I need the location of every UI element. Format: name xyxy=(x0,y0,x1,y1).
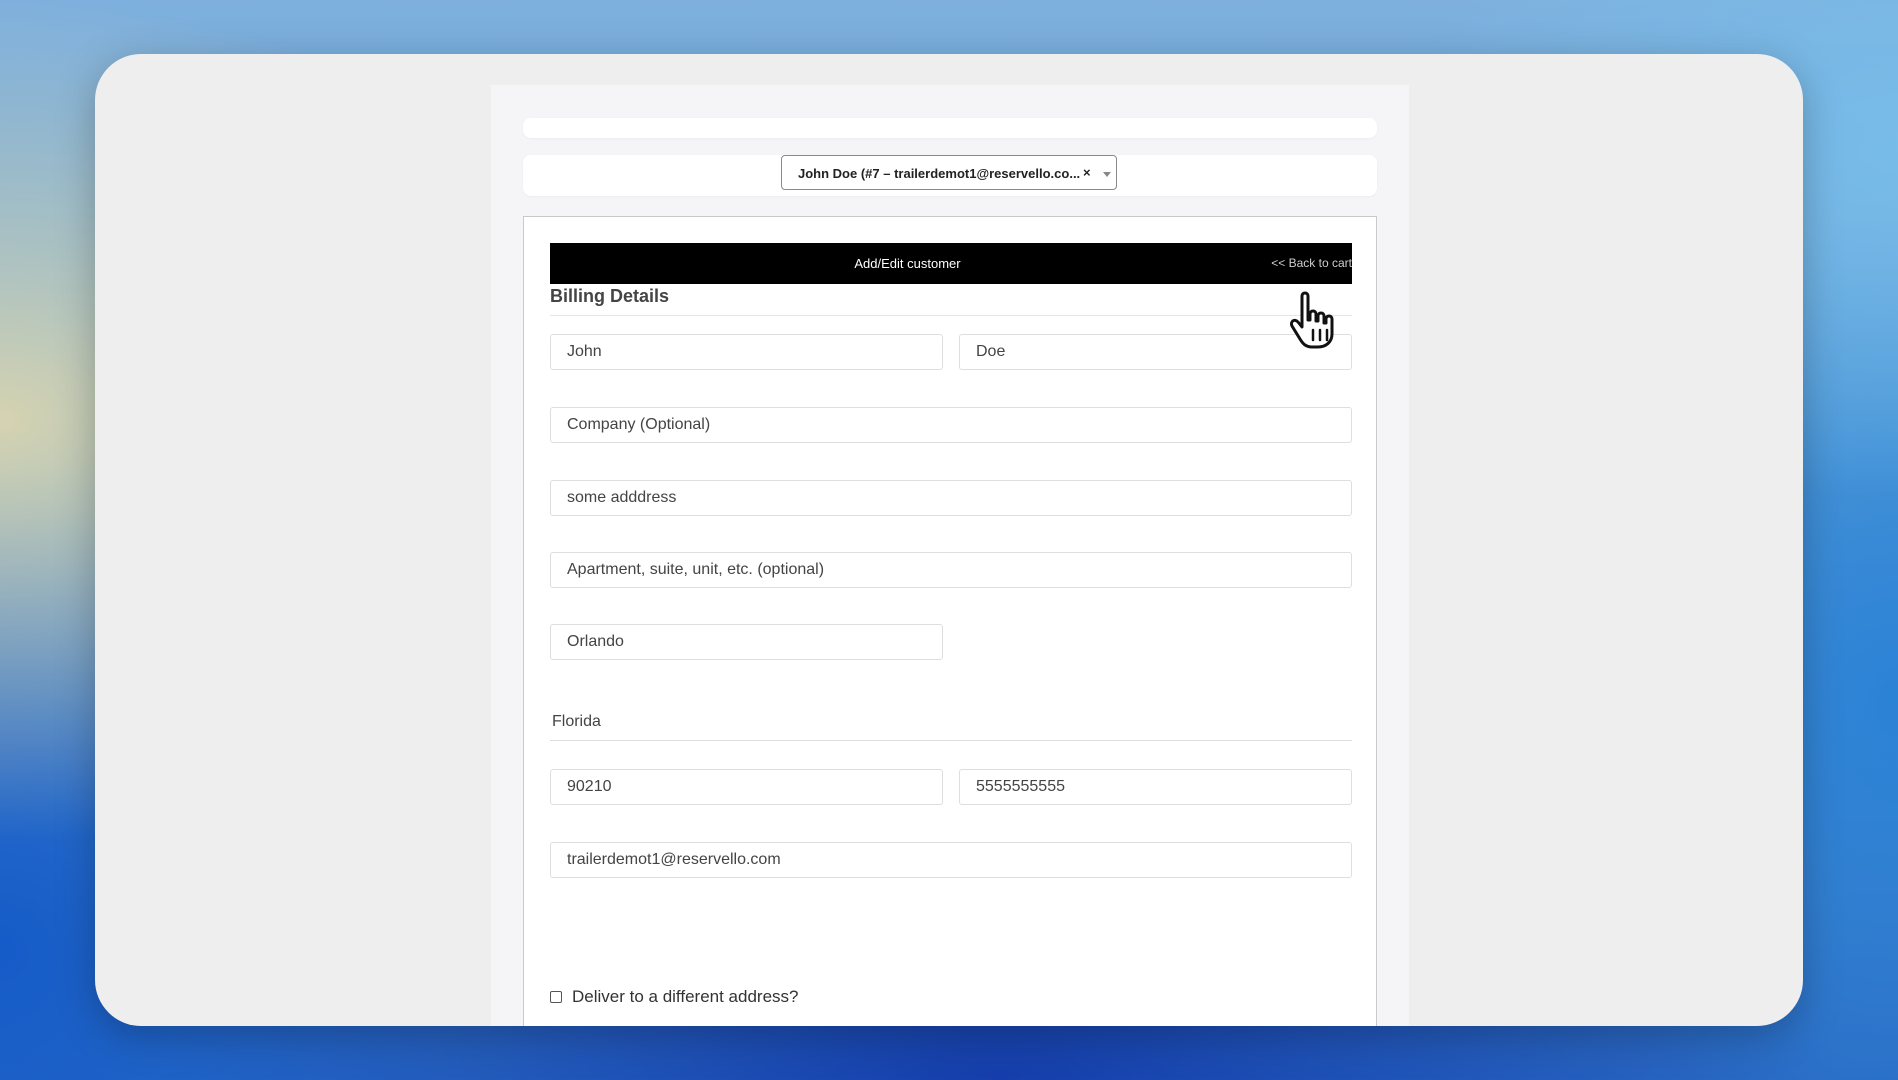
billing-details-title: Billing Details xyxy=(550,286,670,306)
email-field[interactable]: trailerdemot1@reservello.com xyxy=(550,842,1352,878)
address-line-2-field[interactable]: Apartment, suite, unit, etc. (optional) xyxy=(550,552,1352,588)
state-select[interactable]: Florida xyxy=(550,705,1352,741)
first-name-field[interactable]: John xyxy=(550,334,943,370)
form-header-bar: Add/Edit customer << Back to cart xyxy=(550,243,1352,284)
app-window: John Doe (#7 – trailerdemot1@reservello.… xyxy=(95,54,1803,1026)
form-header-title: Add/Edit customer xyxy=(854,256,961,271)
deliver-different-address-label: Deliver to a different address? xyxy=(572,987,799,1006)
phone-field[interactable]: 5555555555 xyxy=(959,769,1352,805)
company-field[interactable]: Company (Optional) xyxy=(550,407,1352,443)
deliver-different-address-row[interactable]: Deliver to a different address? xyxy=(550,987,798,1007)
postcode-field[interactable]: 90210 xyxy=(550,769,943,805)
top-strip xyxy=(523,118,1377,138)
close-icon[interactable]: × xyxy=(1083,166,1091,180)
customer-selector-bar: John Doe (#7 – trailerdemot1@reservello.… xyxy=(523,155,1377,196)
checkout-panel: John Doe (#7 – trailerdemot1@reservello.… xyxy=(491,85,1409,1026)
hand-pointer-cursor-icon xyxy=(1290,291,1334,349)
customer-select-value: John Doe (#7 – trailerdemot1@reservello.… xyxy=(798,166,1081,181)
back-to-cart-link[interactable]: << Back to cart xyxy=(1271,243,1352,284)
city-field[interactable]: Orlando xyxy=(550,624,943,660)
deliver-different-address-checkbox[interactable] xyxy=(550,991,562,1003)
customer-form-card: Add/Edit customer << Back to cart Billin… xyxy=(523,216,1377,1026)
chevron-down-icon[interactable] xyxy=(1103,172,1111,177)
customer-select[interactable]: John Doe (#7 – trailerdemot1@reservello.… xyxy=(781,155,1117,190)
address-line-1-field[interactable]: some adddress xyxy=(550,480,1352,516)
divider xyxy=(550,315,1352,316)
